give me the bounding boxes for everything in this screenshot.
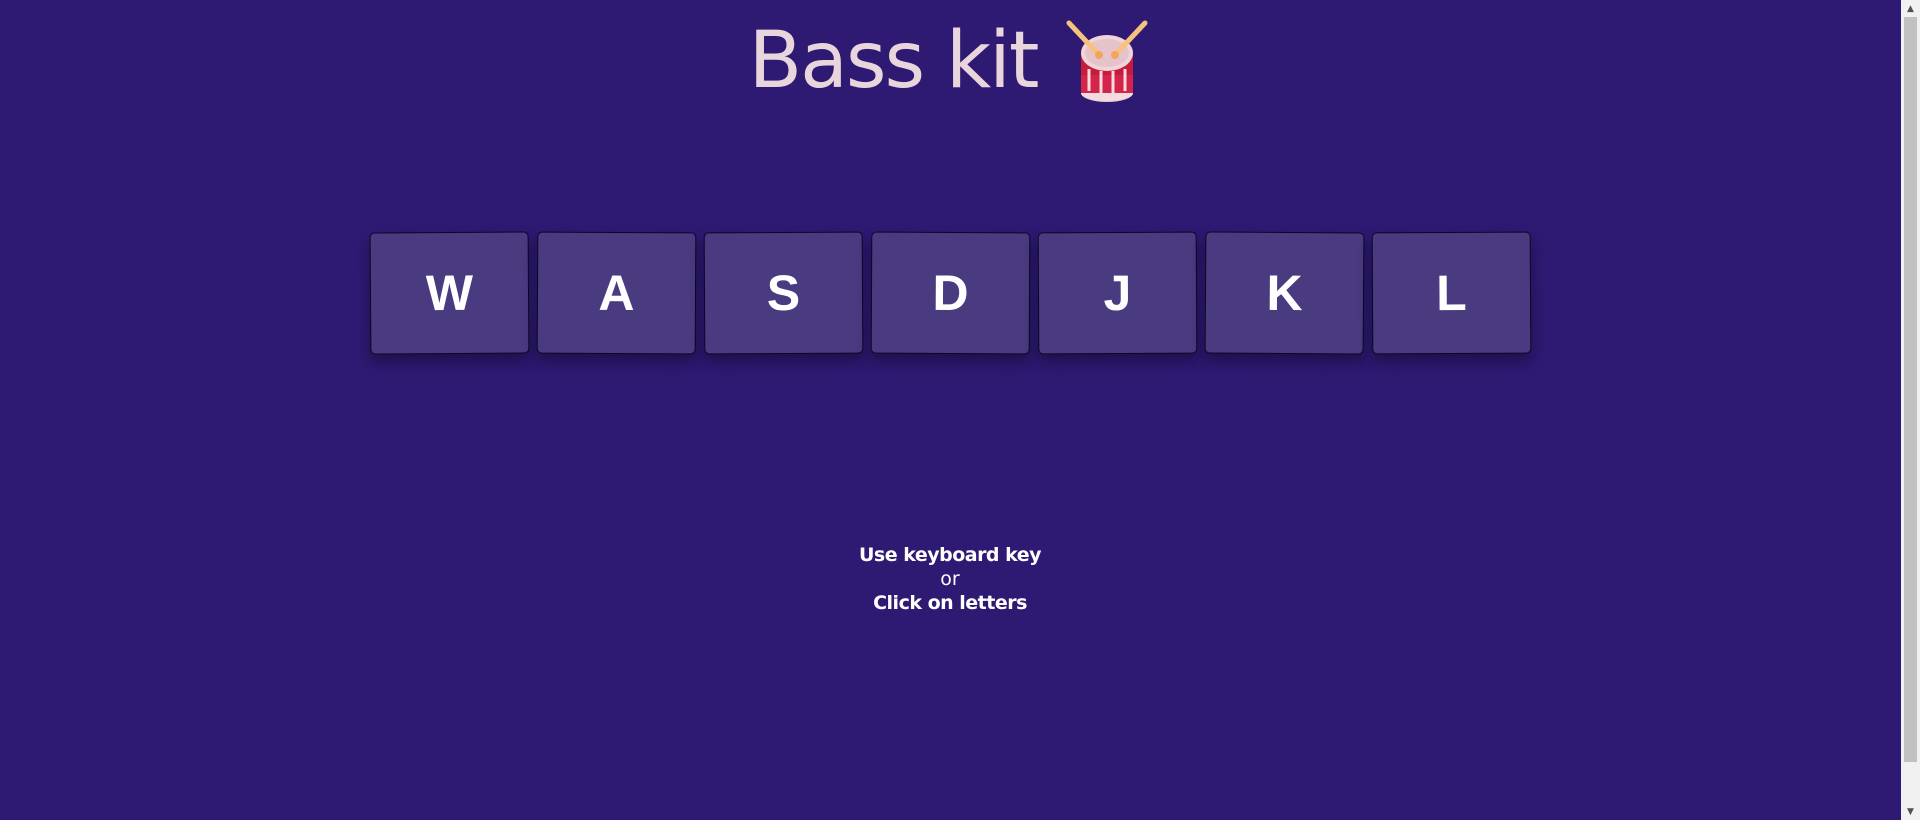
- drum-key-k[interactable]: K: [1204, 231, 1364, 355]
- drum-keys: W A S D J K L: [0, 231, 1900, 355]
- drum-key-s[interactable]: S: [703, 231, 863, 355]
- drum-key-l[interactable]: L: [1371, 231, 1531, 355]
- instruction-or: or: [940, 568, 960, 590]
- vertical-scrollbar[interactable]: ▲ ▼: [1901, 0, 1920, 820]
- scrollbar-thumb[interactable]: [1904, 17, 1917, 762]
- instructions: Use keyboard key or Click on letters: [0, 543, 1900, 615]
- scroll-up-arrow-icon[interactable]: ▲: [1901, 0, 1920, 17]
- scroll-down-arrow-icon[interactable]: ▼: [1901, 803, 1920, 820]
- drum-key-a[interactable]: A: [536, 231, 696, 355]
- instruction-click: Click on letters: [873, 592, 1027, 614]
- drum-key-j[interactable]: J: [1037, 231, 1197, 355]
- drum-key-w[interactable]: W: [369, 231, 529, 355]
- drum-icon: [1066, 20, 1148, 102]
- header: Bass kit: [0, 6, 1900, 116]
- page-title: Bass kit: [748, 16, 1040, 106]
- drum-key-d[interactable]: D: [870, 231, 1030, 355]
- instruction-keyboard: Use keyboard key: [858, 544, 1042, 566]
